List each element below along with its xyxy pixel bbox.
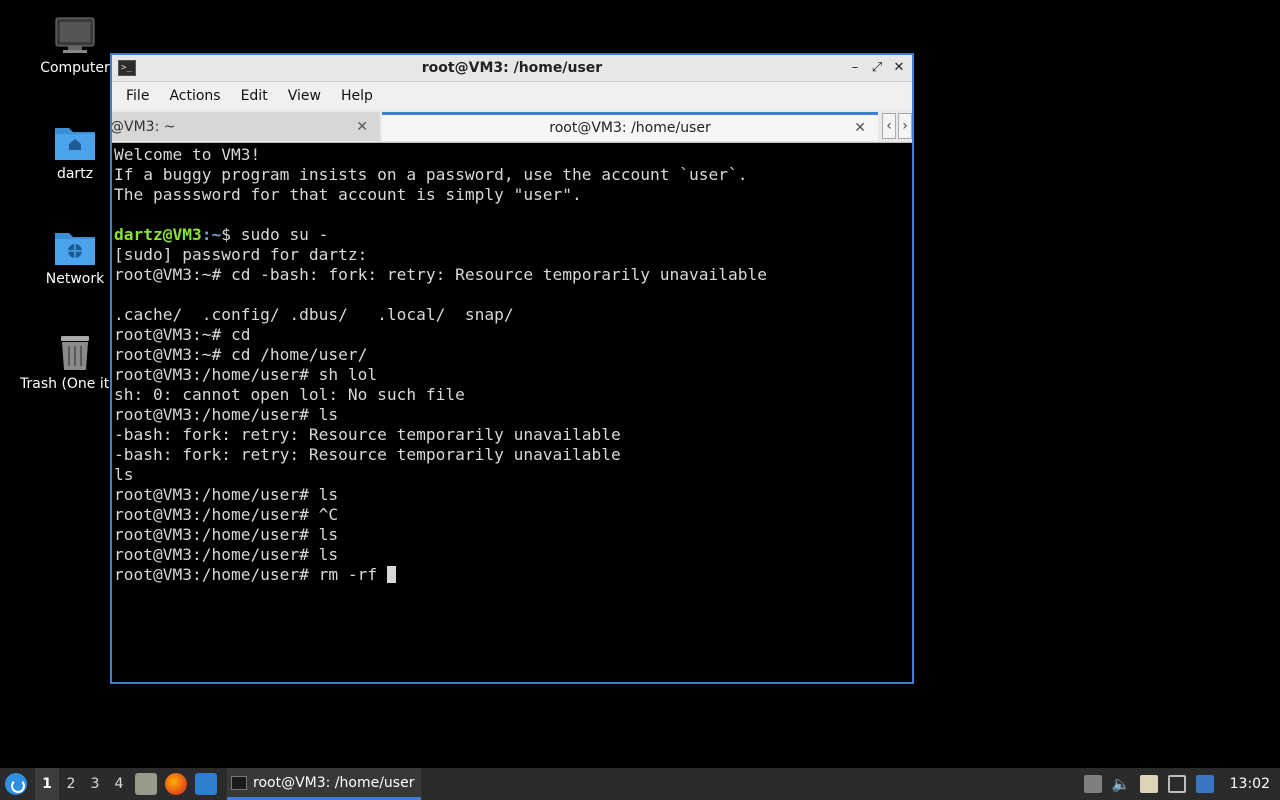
menu-file[interactable]: File <box>116 82 159 110</box>
menu-bar: File Actions Edit View Help <box>112 82 912 110</box>
menu-help[interactable]: Help <box>331 82 383 110</box>
window-titlebar[interactable]: >_ root@VM3: /home/user – ⤢ ✕ <box>112 55 912 82</box>
volume-icon[interactable]: 🔈 <box>1112 775 1131 793</box>
tab-close-icon[interactable]: ✕ <box>356 119 368 135</box>
terminal-line: root@VM3:/home/user# ls <box>114 485 339 504</box>
terminal-app-icon: >_ <box>118 60 136 76</box>
terminal-line: root@VM3:/home/user# ls <box>114 525 339 544</box>
terminal-line: -bash: fork: retry: Resource temporarily… <box>114 445 621 464</box>
menu-edit[interactable]: Edit <box>231 82 278 110</box>
tab-close-icon[interactable]: ✕ <box>854 120 866 136</box>
close-button[interactable]: ✕ <box>890 59 908 77</box>
terminal-line: root@VM3:/home/user# ls <box>114 545 339 564</box>
network-icon[interactable] <box>1167 775 1186 793</box>
maximize-button[interactable]: ⤢ <box>868 59 886 77</box>
file-manager-icon[interactable] <box>135 773 157 795</box>
home-folder-icon <box>53 120 97 164</box>
firefox-icon[interactable] <box>165 773 187 795</box>
workspace-3[interactable]: 3 <box>83 768 107 800</box>
workspace-1[interactable]: 1 <box>35 768 59 800</box>
tab-home-user[interactable]: root@VM3: /home/user ✕ <box>382 112 878 141</box>
prompt-command: $ sudo su - <box>221 225 329 244</box>
taskbar-task-terminal[interactable]: root@VM3: /home/user <box>227 768 421 800</box>
terminal-command: root@VM3:/home/user# rm -rf <box>114 565 387 584</box>
computer-icon <box>53 14 97 58</box>
terminal-line: root@VM3:~# cd -bash: fork: retry: Resou… <box>114 265 767 284</box>
terminal-task-icon <box>231 775 247 790</box>
terminal-line: The passsword for that account is simply… <box>114 185 582 204</box>
terminal-line: root@VM3:~# cd /home/user/ <box>114 345 368 364</box>
workspace-2[interactable]: 2 <box>59 768 83 800</box>
terminal-prompt-line: dartz@VM3:~$ sudo su - <box>114 225 912 245</box>
terminal-current-line: root@VM3:/home/user# rm -rf <box>114 565 912 585</box>
prompt-path: ~ <box>211 225 222 244</box>
terminal-line: .cache/ .config/ .dbus/ .local/ snap/ <box>114 305 514 324</box>
tab-label: root@VM3: /home/user <box>549 120 711 136</box>
task-label: root@VM3: /home/user <box>253 774 415 791</box>
terminal-line: root@VM3:/home/user# ls <box>114 405 339 424</box>
terminal-line: Welcome to VM3! <box>114 145 261 164</box>
tray-up-arrow-icon[interactable] <box>1083 775 1102 793</box>
window-title: root@VM3: /home/user <box>421 60 603 76</box>
start-menu-icon[interactable] <box>5 773 27 795</box>
terminal-line: root@VM3:/home/user# sh lol <box>114 365 378 384</box>
terminal-cursor <box>386 566 396 583</box>
trash-icon <box>53 330 97 374</box>
prompt-colon: : <box>201 225 212 244</box>
terminal-line: ls <box>114 465 134 484</box>
workspace-4[interactable]: 4 <box>107 768 131 800</box>
show-desktop-icon[interactable] <box>195 773 217 795</box>
terminal-line: [sudo] password for dartz: <box>114 245 368 264</box>
clock[interactable]: 13:02 <box>1230 776 1270 792</box>
system-tray: 🔈 13:02 <box>1083 775 1270 793</box>
terminal-window[interactable]: >_ root@VM3: /home/user – ⤢ ✕ File Actio… <box>110 53 914 684</box>
prompt-user-host: dartz@VM3 <box>114 225 202 244</box>
clipboard-icon[interactable] <box>1139 775 1158 793</box>
terminal-line: -bash: fork: retry: Resource temporarily… <box>114 425 621 444</box>
terminal-output[interactable]: Welcome to VM3! If a buggy program insis… <box>112 145 912 682</box>
terminal-line: sh: 0: cannot open lol: No such file <box>114 385 465 404</box>
network-folder-icon <box>53 225 97 269</box>
terminal-line: If a buggy program insists on a password… <box>114 165 748 184</box>
menu-actions[interactable]: Actions <box>159 82 230 110</box>
terminal-line: root@VM3:/home/user# ^C <box>114 505 339 524</box>
tab-scroll-right-icon[interactable]: › <box>898 113 912 139</box>
tab-home[interactable]: @VM3: ~ ✕ <box>112 112 380 141</box>
tab-bar: @VM3: ~ ✕ root@VM3: /home/user ✕ ‹ › <box>112 110 912 143</box>
menu-view[interactable]: View <box>278 82 331 110</box>
update-notifier-icon[interactable] <box>1195 775 1214 793</box>
taskbar: 1 2 3 4 root@VM3: /home/user 🔈 13:02 <box>0 768 1280 800</box>
tab-scroll-left-icon[interactable]: ‹ <box>882 113 896 139</box>
tab-label: @VM3: ~ <box>112 118 176 135</box>
minimize-button[interactable]: – <box>846 59 864 77</box>
terminal-line: root@VM3:~# cd <box>114 325 251 344</box>
